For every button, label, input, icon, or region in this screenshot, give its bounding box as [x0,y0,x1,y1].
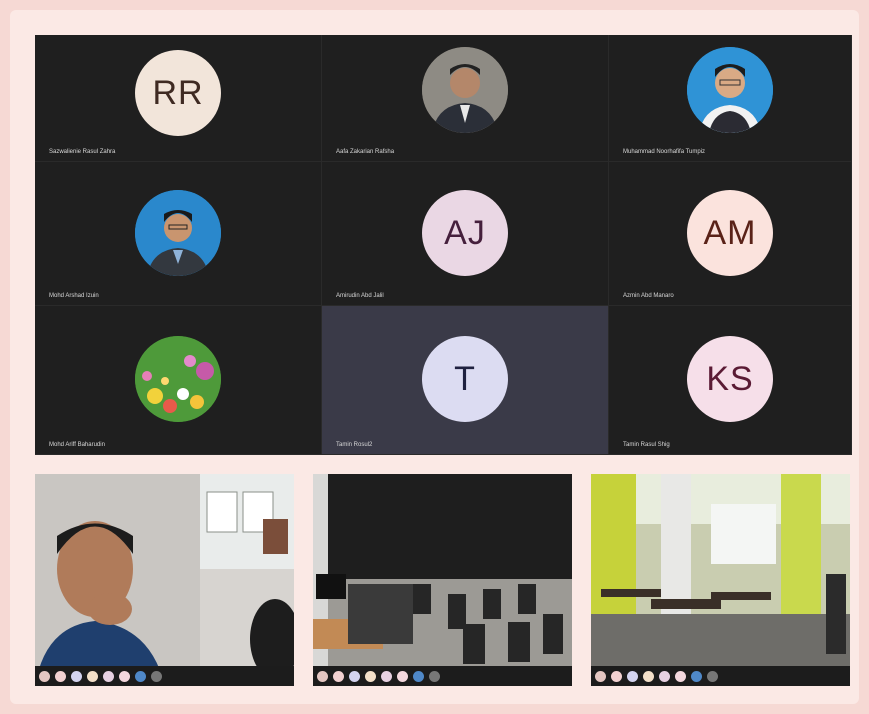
avatar-initials: AJ [444,213,486,252]
avatar-dot [317,670,328,682]
avatar-dot [349,670,360,682]
participant-tile[interactable]: KS Tamin Rasul Shig [609,306,852,455]
avatar-initials: AM [703,213,757,252]
avatar-photo [422,47,508,133]
avatar-photo [687,47,773,133]
avatar: RR [135,50,221,136]
participant-name: Azmin Abd Manaro [623,293,674,299]
participant-strip [35,666,294,686]
classroom-photo-icon [313,474,572,686]
participant-tile[interactable]: RR Sazwalienie Rasul Zahra [35,35,322,162]
avatar-dot [55,670,66,682]
avatar: T [422,336,508,422]
participant-name: Mohd Arshad Izuin [49,293,99,299]
screenshot-workshop [591,474,850,686]
avatar-dot [659,670,670,682]
avatar-dot [365,670,376,682]
participant-strip [591,666,850,686]
avatar: KS [687,336,773,422]
participant-name: Amirudin Abd Jalil [336,293,384,299]
avatar-dot [87,670,98,682]
participant-tile[interactable]: AJ Amirudin Abd Jalil [322,162,609,306]
participant-tile[interactable]: AM Azmin Abd Manaro [609,162,852,306]
participant-tile[interactable]: Mohd Arshad Izuin [35,162,322,306]
participant-tile[interactable]: Aafa Zakarian Rafsha [322,35,609,162]
participant-name: Muhammad Noorhafifa Tumpiz [623,149,706,155]
participant-name: Tamin Rosul2 [336,442,373,448]
avatar-dot [397,670,408,682]
avatar-dot [381,670,392,682]
avatar-dot [39,670,50,682]
participant-tile[interactable]: Muhammad Noorhafifa Tumpiz [609,35,852,162]
participant-name: Mohd Ariff Baharudin [49,442,105,448]
person-photo-icon [135,190,221,276]
avatar-dot [151,670,162,682]
avatar-dot [643,670,654,682]
avatar-dot [135,670,146,682]
avatar-dot [413,670,424,682]
avatar-dot [333,670,344,682]
participant-name: Sazwalienie Rasul Zahra [49,149,116,155]
avatar-dot [707,670,718,682]
avatar-photo [135,336,221,422]
workshop-photo-icon [591,474,850,686]
avatar-dot [429,670,440,682]
flowers-photo-icon [135,336,221,422]
participant-tile[interactable]: Mohd Ariff Baharudin [35,306,322,455]
participant-name: Tamin Rasul Shig [623,442,670,448]
avatar-dot [675,670,686,682]
person-photo-icon [687,47,773,133]
person-photo-icon [422,47,508,133]
avatar-dot [611,670,622,682]
avatar-initials: T [454,359,476,398]
avatar-dot [691,670,702,682]
participant-strip [313,666,572,686]
screenshot-classroom [313,474,572,686]
avatar-dot [119,670,130,682]
avatar-photo [135,190,221,276]
avatar-dot [595,670,606,682]
avatar-initials: RR [152,73,204,112]
presenter-video-icon [35,474,294,686]
avatar-dot [71,670,82,682]
participant-tile-active[interactable]: T Tamin Rosul2 [322,306,609,455]
participant-gallery: RR Sazwalienie Rasul Zahra Aafa Zakarian… [35,35,852,455]
participant-name: Aafa Zakarian Rafsha [336,149,395,155]
screenshot-presenter [35,474,294,686]
avatar: AM [687,190,773,276]
avatar: AJ [422,190,508,276]
avatar-dot [103,670,114,682]
avatar-dot [627,670,638,682]
avatar-initials: KS [706,359,754,398]
